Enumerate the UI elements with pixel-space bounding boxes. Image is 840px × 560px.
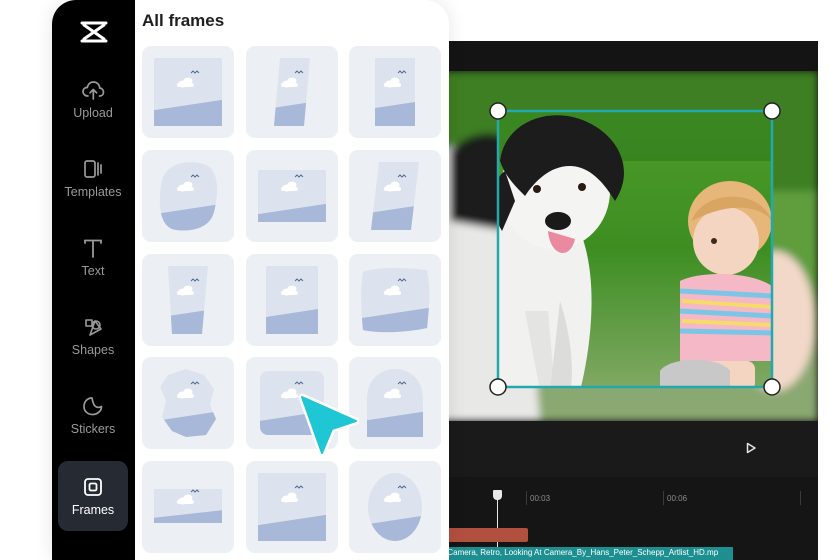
frame-tile-wavy-rectangle[interactable] <box>349 254 441 346</box>
sidebar: Upload Templates Text Shapes Stickers Fr… <box>52 0 135 560</box>
play-button[interactable] <box>740 437 762 459</box>
sidebar-item-label: Stickers <box>70 421 116 436</box>
ruler-label-6s: 00:06 <box>667 494 688 503</box>
frame-tile-oval[interactable] <box>349 461 441 553</box>
sidebar-item-label: Upload <box>73 105 113 120</box>
ruler-label-3s: 00:03 <box>530 494 551 503</box>
sidebar-item-label: Text <box>81 263 105 278</box>
sidebar-item-label: Shapes <box>71 342 115 357</box>
sidebar-item-stickers[interactable]: Stickers <box>58 380 128 450</box>
video-clip-name: an, Camera, Retro, Looking At Camera_By_… <box>434 548 719 557</box>
playhead-handle[interactable] <box>493 490 502 500</box>
editor-topbar <box>430 41 818 71</box>
sidebar-item-shapes[interactable]: Shapes <box>58 301 128 371</box>
frame-tile-irregular-blob[interactable] <box>142 357 234 449</box>
shapes-icon <box>85 318 102 336</box>
frame-tile-trapezoid-narrow[interactable] <box>142 254 234 346</box>
frames-gallery: All frames <box>135 0 449 560</box>
templates-icon <box>84 159 102 178</box>
frame-tile-rectangle[interactable] <box>142 46 234 138</box>
stickers-icon <box>83 396 103 415</box>
frame-tile-arch[interactable] <box>349 357 441 449</box>
timeline[interactable]: 00:03 00:06 an, Camera, Retro, Looking A… <box>430 477 818 560</box>
frames-panel-window: Upload Templates Text Shapes Stickers Fr… <box>52 0 449 560</box>
frame-tile-blob[interactable] <box>142 150 234 242</box>
frame-tile-square[interactable] <box>246 254 338 346</box>
frames-icon <box>84 477 102 496</box>
play-icon <box>746 442 756 454</box>
resize-handle-bottom-left[interactable] <box>489 378 507 396</box>
frame-tile-square-large[interactable] <box>246 461 338 553</box>
ruler-tick <box>663 491 664 505</box>
upload-cloud-icon <box>82 80 105 100</box>
player-controls <box>430 421 818 477</box>
timeline-ruler: 00:03 00:06 <box>430 485 818 505</box>
resize-handle-top-left[interactable] <box>489 102 507 120</box>
frame-tile-wide-rectangle[interactable] <box>246 150 338 242</box>
frame-tile-panorama-strip[interactable] <box>142 461 234 553</box>
sidebar-item-templates[interactable]: Templates <box>58 143 128 213</box>
sidebar-item-label: Templates <box>64 184 122 199</box>
resize-handle-top-right[interactable] <box>763 102 781 120</box>
sidebar-item-label: Frames <box>71 502 115 517</box>
sidebar-item-frames[interactable]: Frames <box>58 461 128 531</box>
frame-content <box>498 111 772 387</box>
ruler-tick <box>526 491 527 505</box>
video-editor: 00:03 00:06 an, Camera, Retro, Looking A… <box>430 41 818 560</box>
resize-handle-bottom-right[interactable] <box>763 378 781 396</box>
sidebar-item-upload[interactable]: Upload <box>58 64 128 134</box>
preview-canvas[interactable] <box>430 71 818 421</box>
frame-tile-tall-rectangle[interactable] <box>349 46 441 138</box>
sidebar-item-text[interactable]: Text <box>58 222 128 292</box>
text-icon <box>84 239 102 258</box>
frame-tile-slanted-narrow[interactable] <box>246 46 338 138</box>
cursor-pointer-icon <box>298 393 360 457</box>
frame-tile-trapezoid[interactable] <box>349 150 441 242</box>
capcut-logo-icon <box>80 21 108 43</box>
ruler-tick <box>800 491 801 505</box>
video-clip[interactable]: an, Camera, Retro, Looking At Camera_By_… <box>430 547 733 560</box>
frames-title: All frames <box>142 11 225 30</box>
screenshot-stage: 00:03 00:06 an, Camera, Retro, Looking A… <box>0 0 840 560</box>
